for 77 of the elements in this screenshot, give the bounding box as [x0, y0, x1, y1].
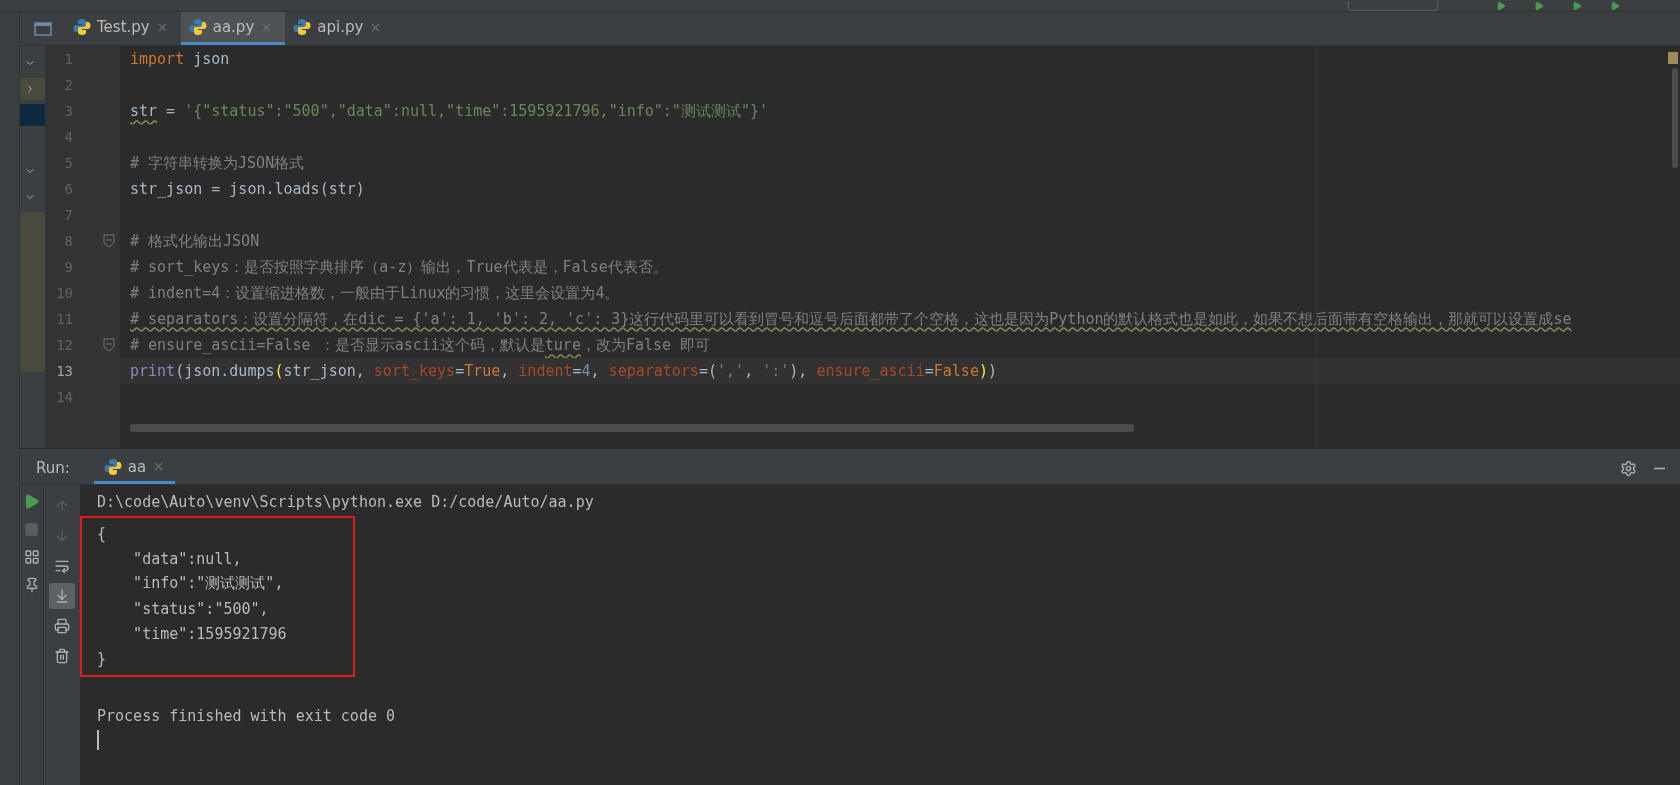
console-line: }	[96, 648, 108, 670]
code-text: 4	[581, 362, 591, 380]
code-text: str_json = json.loads(str)	[130, 180, 365, 198]
code-text: # 字符串转换为JSON格式	[130, 153, 305, 173]
code-text: # ensure_ascii=False ：是否显示ascii这个码，默认是	[130, 335, 545, 355]
python-icon	[293, 18, 312, 36]
console-tool-button[interactable]	[49, 583, 75, 609]
python-icon	[103, 457, 122, 476]
console-line: "status":"500",	[132, 598, 270, 620]
console-line: "data":null,	[132, 548, 243, 570]
code-text: ','	[717, 362, 745, 380]
window-icon[interactable]	[33, 21, 52, 36]
code-text: ensure_ascii	[816, 362, 925, 380]
line-number: 13	[55, 363, 73, 379]
code-text: import	[130, 50, 185, 68]
code-text: # indent=4：设置缩进格数，一般由于Linux的习惯，这里会设置为4。	[130, 283, 620, 303]
code-text: # 格式化输出JSON	[130, 231, 260, 251]
code-text: )	[987, 362, 997, 380]
text-cursor	[97, 730, 99, 750]
code-text: False	[933, 362, 979, 380]
code-text: =(	[698, 362, 718, 380]
tab-label: Test.py	[97, 18, 150, 36]
tab-label: aa	[127, 457, 147, 476]
code-text: '{"status":"500","data":null,"time":1595921796,"info":"测试测试"}'	[184, 101, 768, 121]
code-text: =	[165, 102, 177, 120]
scroll-to-end-icon	[54, 588, 70, 604]
code-text: sort_keys	[373, 362, 456, 380]
fold-icon[interactable]	[103, 338, 115, 352]
code-text: str_json,	[283, 362, 366, 380]
editor-tab[interactable]: api.py	[285, 12, 395, 45]
horizontal-scrollbar[interactable]	[130, 424, 1134, 432]
run-tab[interactable]: aa	[93, 452, 176, 484]
code-text: str	[130, 102, 158, 120]
printer-icon	[54, 618, 70, 634]
code-text: separators	[608, 362, 699, 380]
code-text: ),	[789, 362, 809, 380]
run-config-dropdown[interactable]	[1348, 1, 1438, 11]
editor-tab[interactable]: Test.py	[65, 12, 181, 45]
code-text: =	[924, 362, 934, 380]
code-text: )	[978, 362, 988, 380]
up-arrow-icon	[54, 498, 70, 514]
code-text: ture	[544, 336, 581, 354]
rerun-icon[interactable]	[23, 493, 40, 510]
tab-label: api.py	[317, 18, 364, 36]
trash-icon	[54, 648, 70, 664]
code-text: =	[572, 362, 582, 380]
run-panel-label: Run:	[36, 459, 70, 477]
code-text: True	[464, 362, 501, 380]
console-line: "info":"测试测试",	[132, 573, 285, 594]
code-text: =	[455, 362, 465, 380]
console-line: "time":1595921796	[132, 623, 288, 645]
code-text: (json.dumps	[175, 362, 275, 380]
layout-icon[interactable]	[23, 549, 40, 565]
console-line: {	[96, 523, 108, 545]
vertical-scrollbar[interactable]	[1672, 68, 1678, 168]
settings-icon[interactable]	[1620, 459, 1637, 477]
code-text: json	[192, 50, 230, 68]
tab-label: aa.py	[212, 18, 255, 36]
wrap-icon	[54, 558, 70, 574]
console-line: Process finished with exit code 0	[96, 705, 396, 727]
code-text: # sort_keys：是否按照字典排序（a-z）输出，True代表是，False代表否。	[130, 257, 668, 277]
code-text: ,	[590, 362, 601, 380]
code-text: indent	[518, 362, 573, 380]
code-text: print	[130, 362, 176, 380]
python-icon	[188, 18, 207, 36]
code-text: ，改为False 即可	[580, 335, 711, 355]
code-text: ':'	[762, 362, 790, 380]
code-text: ,	[500, 362, 511, 380]
run-icon[interactable]	[1496, 1, 1506, 11]
console-line: D:\code\Auto\venv\Scripts\python.exe D:/code/Auto/aa.py	[96, 491, 595, 513]
code-text: (	[274, 362, 284, 380]
tree-row[interactable]	[20, 78, 45, 100]
stop-icon[interactable]	[24, 522, 39, 537]
fold-icon[interactable]	[103, 234, 115, 248]
code-text: ,	[744, 362, 755, 380]
python-icon	[73, 18, 91, 36]
editor-tab[interactable]: aa.py	[180, 12, 286, 45]
